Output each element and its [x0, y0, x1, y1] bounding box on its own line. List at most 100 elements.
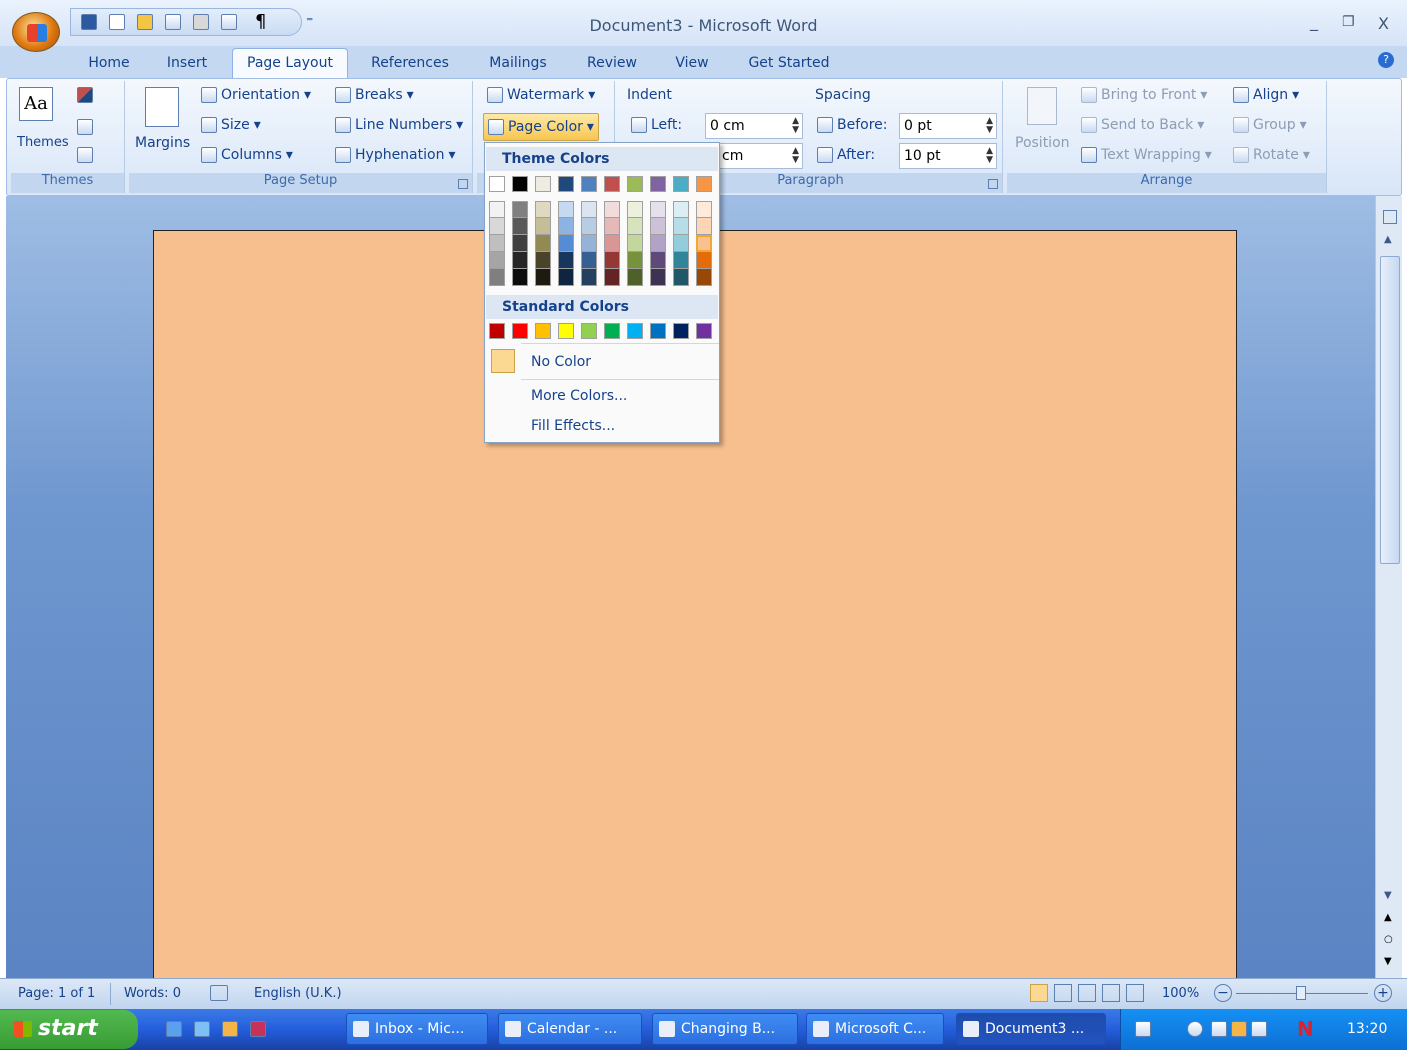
- spacing-after-spinner[interactable]: 10 pt ▲ ▼: [899, 143, 997, 169]
- theme-color-swatch[interactable]: [673, 176, 689, 192]
- theme-color-swatch[interactable]: [627, 176, 643, 192]
- group-button[interactable]: Group ▾: [1233, 117, 1307, 133]
- tab-review[interactable]: Review: [578, 48, 646, 78]
- standard-color-swatch[interactable]: [512, 323, 528, 339]
- quick-launch-ie-icon[interactable]: [166, 1021, 182, 1037]
- theme-shade-swatch[interactable]: [489, 201, 505, 218]
- taskbar-item-calendar[interactable]: Calendar - ...: [498, 1013, 642, 1045]
- quick-launch-outlook-icon[interactable]: [222, 1021, 238, 1037]
- tray-network-icon[interactable]: [1211, 1021, 1227, 1037]
- proofing-icon[interactable]: [210, 985, 228, 1001]
- standard-color-swatch[interactable]: [604, 323, 620, 339]
- theme-shade-swatch[interactable]: [535, 252, 551, 269]
- taskbar-item-inbox[interactable]: Inbox - Mic...: [346, 1013, 488, 1045]
- theme-shade-swatch[interactable]: [650, 218, 666, 235]
- dialog-launcher-icon[interactable]: [988, 179, 998, 189]
- page-count[interactable]: Page: 1 of 1: [18, 986, 95, 1001]
- theme-shade-swatch[interactable]: [535, 218, 551, 235]
- theme-shade-swatch[interactable]: [627, 218, 643, 235]
- tray-expand-icon[interactable]: [1187, 1021, 1203, 1037]
- zoom-level[interactable]: 100%: [1162, 986, 1199, 1001]
- previous-page-icon[interactable]: ▲: [1384, 912, 1392, 923]
- quick-launch-browser-icon[interactable]: [194, 1021, 210, 1037]
- theme-shade-swatch[interactable]: [489, 269, 505, 286]
- align-button[interactable]: Align ▾: [1233, 87, 1299, 103]
- minimize-button[interactable]: _: [1310, 12, 1318, 31]
- zoom-in-icon[interactable]: +: [1374, 984, 1392, 1002]
- theme-shade-swatch[interactable]: [627, 235, 643, 252]
- theme-shade-swatch[interactable]: [535, 201, 551, 218]
- zoom-slider-thumb-icon[interactable]: [1296, 986, 1306, 1000]
- theme-shade-swatch[interactable]: [627, 252, 643, 269]
- no-color-item[interactable]: No Color: [531, 354, 591, 370]
- clock[interactable]: 13:20: [1347, 1021, 1387, 1037]
- rotate-button[interactable]: Rotate ▾: [1233, 147, 1310, 163]
- theme-shade-swatch[interactable]: [489, 218, 505, 235]
- spinner-arrows-icon[interactable]: ▲ ▼: [792, 147, 799, 165]
- office-button[interactable]: [12, 12, 60, 52]
- dialog-launcher-icon[interactable]: [458, 179, 468, 189]
- theme-shade-swatch[interactable]: [604, 252, 620, 269]
- vertical-scrollbar[interactable]: ▲ ▼ ▲ ○ ▼: [1375, 196, 1402, 978]
- theme-shade-swatch[interactable]: [581, 235, 597, 252]
- theme-shade-swatch[interactable]: [627, 201, 643, 218]
- theme-shade-swatch[interactable]: [489, 235, 505, 252]
- tab-insert[interactable]: Insert: [156, 48, 218, 78]
- watermark-button[interactable]: Watermark ▾: [487, 87, 595, 103]
- theme-shade-swatch[interactable]: [696, 218, 712, 235]
- standard-color-swatch[interactable]: [627, 323, 643, 339]
- tab-page-layout[interactable]: Page Layout: [232, 48, 348, 78]
- theme-color-swatch[interactable]: [558, 176, 574, 192]
- orientation-button[interactable]: Orientation ▾: [201, 87, 311, 103]
- tab-get-started[interactable]: Get Started: [740, 48, 838, 78]
- next-page-icon[interactable]: ▼: [1384, 956, 1392, 967]
- theme-shade-swatch[interactable]: [696, 235, 712, 252]
- theme-shade-swatch[interactable]: [696, 252, 712, 269]
- theme-shade-swatch[interactable]: [650, 235, 666, 252]
- scroll-down-icon[interactable]: ▼: [1384, 890, 1392, 901]
- theme-shade-swatch[interactable]: [696, 201, 712, 218]
- theme-shade-swatch[interactable]: [512, 269, 528, 286]
- theme-shade-swatch[interactable]: [535, 235, 551, 252]
- tray-outlook-icon[interactable]: [1231, 1021, 1247, 1037]
- theme-color-swatch[interactable]: [696, 176, 712, 192]
- tab-references[interactable]: References: [362, 48, 458, 78]
- theme-shade-swatch[interactable]: [558, 201, 574, 218]
- theme-color-swatch[interactable]: [604, 176, 620, 192]
- theme-shade-swatch[interactable]: [535, 269, 551, 286]
- tab-mailings[interactable]: Mailings: [478, 48, 558, 78]
- theme-shade-swatch[interactable]: [650, 201, 666, 218]
- theme-shade-swatch[interactable]: [512, 218, 528, 235]
- theme-shade-swatch[interactable]: [650, 252, 666, 269]
- theme-colors-icon[interactable]: [77, 87, 93, 103]
- tray-antivirus-icon[interactable]: N: [1297, 1017, 1314, 1041]
- tray-help-icon[interactable]: [1135, 1021, 1151, 1037]
- outline-view-icon[interactable]: [1102, 984, 1120, 1002]
- theme-color-swatch[interactable]: [535, 176, 551, 192]
- tray-app-icon[interactable]: [1251, 1021, 1267, 1037]
- taskbar-item-microsoft[interactable]: Microsoft C...: [806, 1013, 944, 1045]
- theme-shade-swatch[interactable]: [604, 218, 620, 235]
- themes-button[interactable]: Themes: [17, 135, 69, 150]
- taskbar-item-document3[interactable]: Document3 ...: [956, 1013, 1106, 1045]
- hyphenation-button[interactable]: Hyphenation ▾: [335, 147, 456, 163]
- ruler-toggle-icon[interactable]: [1383, 210, 1397, 224]
- scroll-up-icon[interactable]: ▲: [1384, 234, 1392, 245]
- line-numbers-button[interactable]: Line Numbers ▾: [335, 117, 463, 133]
- theme-shade-swatch[interactable]: [604, 235, 620, 252]
- theme-shade-swatch[interactable]: [673, 252, 689, 269]
- size-button[interactable]: Size ▾: [201, 117, 261, 133]
- theme-shade-swatch[interactable]: [604, 269, 620, 286]
- theme-shade-swatch[interactable]: [581, 218, 597, 235]
- breaks-button[interactable]: Breaks ▾: [335, 87, 414, 103]
- margins-button[interactable]: Margins: [135, 135, 190, 151]
- text-wrapping-button[interactable]: Text Wrapping ▾: [1081, 147, 1212, 163]
- bring-to-front-button[interactable]: Bring to Front ▾: [1081, 87, 1207, 103]
- theme-shade-swatch[interactable]: [581, 269, 597, 286]
- theme-shade-swatch[interactable]: [581, 201, 597, 218]
- position-button[interactable]: Position: [1015, 135, 1070, 151]
- standard-color-swatch[interactable]: [650, 323, 666, 339]
- theme-shade-swatch[interactable]: [558, 269, 574, 286]
- select-browse-object-icon[interactable]: ○: [1384, 934, 1393, 945]
- theme-shade-swatch[interactable]: [489, 252, 505, 269]
